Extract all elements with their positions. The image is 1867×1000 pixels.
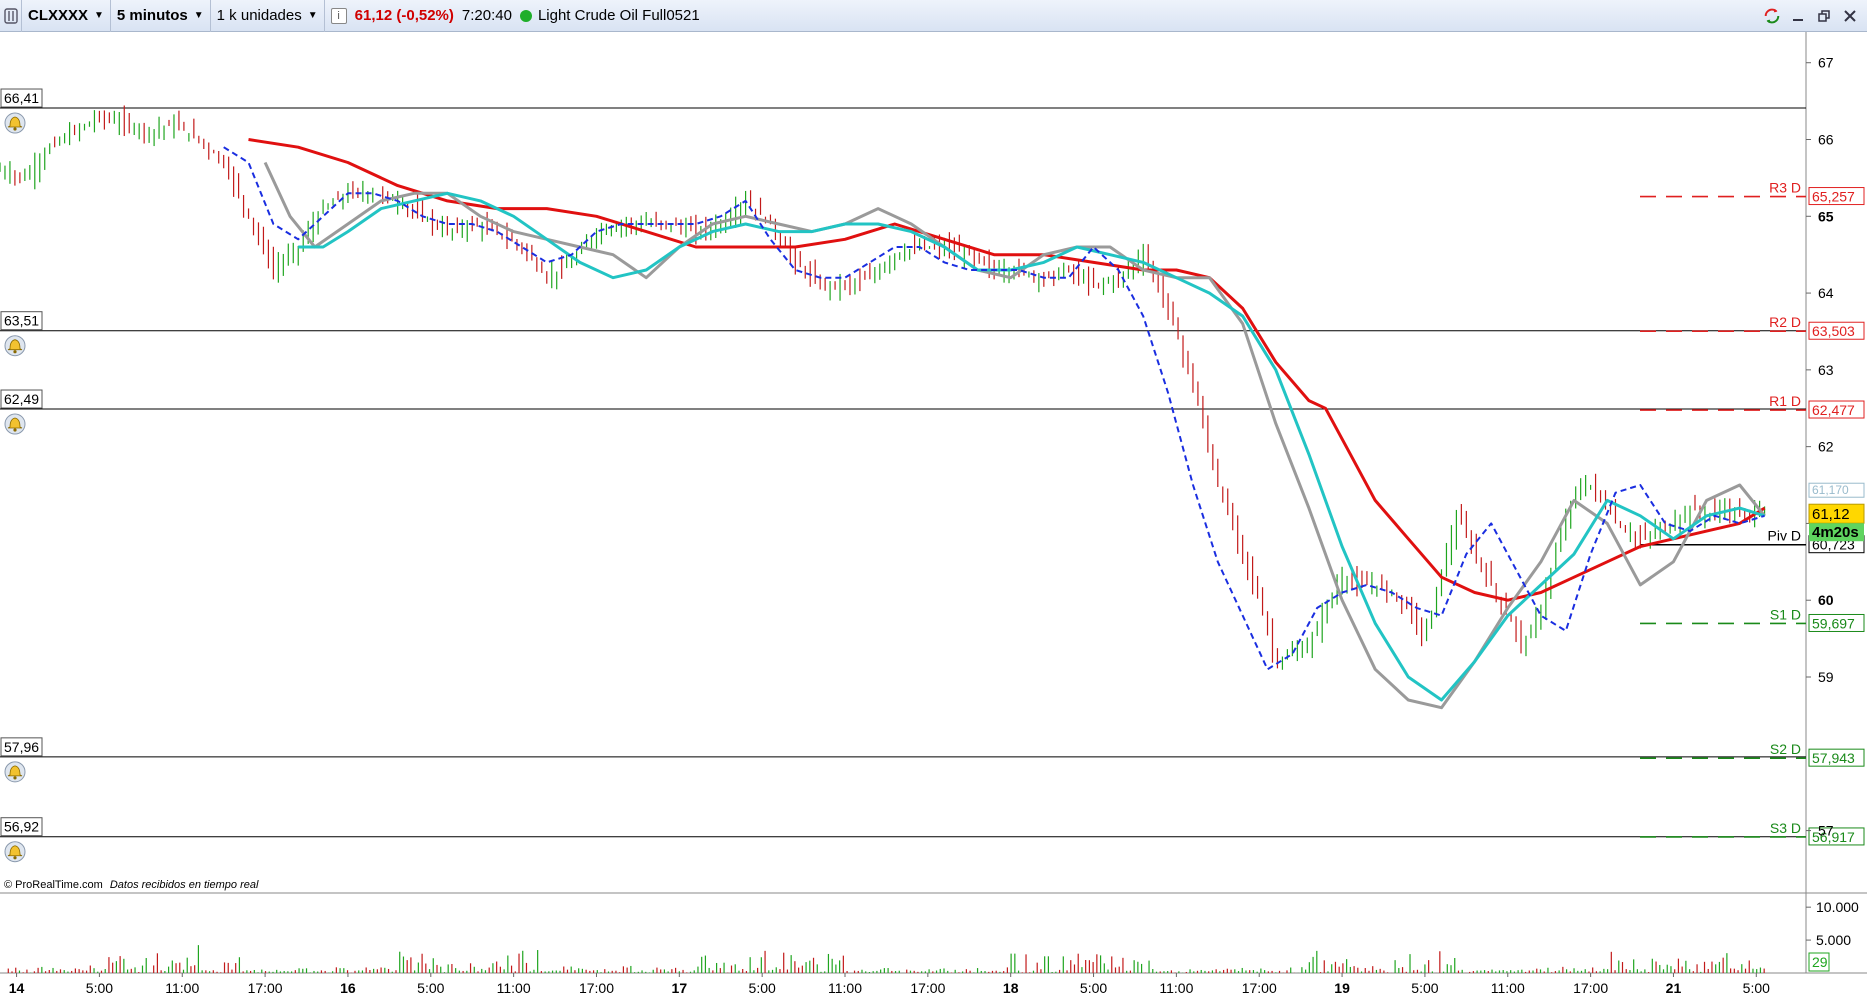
units-label: 1 k unidades <box>216 7 302 24</box>
window-controls <box>1763 0 1859 32</box>
bell-icon <box>4 335 26 357</box>
info-icon[interactable]: i <box>330 7 347 24</box>
y-tick-label: 60 <box>1818 592 1834 608</box>
y-tick-label: 64 <box>1818 285 1834 301</box>
y-tick-label: 62 <box>1818 439 1834 455</box>
pivot-price-label: 57,943 <box>1812 750 1855 766</box>
timeframe-label: 5 minutos <box>116 7 188 24</box>
x-tick-label: 21 <box>1666 980 1682 996</box>
x-tick-label: 19 <box>1334 980 1350 996</box>
x-tick-label: 5:00 <box>1080 980 1107 996</box>
chart-panels <box>0 32 1867 1000</box>
sync-icon[interactable] <box>1763 7 1781 25</box>
y-tick-label: 57 <box>1818 823 1834 839</box>
pivot-price-label: 59,697 <box>1812 615 1855 631</box>
timer-label: 4m20s <box>1812 524 1859 541</box>
x-tick-label: 17:00 <box>248 980 283 996</box>
close-icon[interactable] <box>1841 7 1859 25</box>
x-tick-label: 18 <box>1003 980 1019 996</box>
restore-icon[interactable] <box>1815 7 1833 25</box>
x-tick-label: 11:00 <box>828 980 862 996</box>
pivot-name: R3 D <box>1769 180 1801 196</box>
pivot-name: S3 D <box>1770 820 1801 836</box>
svg-text:© ProRealTime.com Datos re: © ProRealTime.com Datos recibidos en tie… <box>4 879 259 891</box>
instrument-name: Light Crude Oil Full0521 <box>537 7 700 24</box>
y-tick-label: 63 <box>1818 362 1834 378</box>
chevron-down-icon: ▼ <box>307 10 318 21</box>
x-tick-label: 5:00 <box>1743 980 1770 996</box>
bell-icon <box>4 112 26 134</box>
chart-toolbar: CLXXXX ▼ 5 minutos ▼ 1 k unidades ▼ i 61… <box>0 0 1867 32</box>
quote-time: 7:20:40 <box>461 7 512 24</box>
quote-summary: i 61,12 (-0,52%) 7:20:40 Light Crude Oil… <box>325 0 706 32</box>
x-tick-label: 11:00 <box>497 980 531 996</box>
chart-type-icon[interactable] <box>0 0 22 32</box>
alert-level-label: 57,96 <box>4 739 39 755</box>
pivot-price-label: 62,477 <box>1812 402 1855 418</box>
instrument-label: CLXXXX <box>28 7 89 24</box>
y-tick-label: 59 <box>1818 669 1834 685</box>
x-tick-label: 11:00 <box>1159 980 1193 996</box>
last-price-label: 61,12 <box>1812 506 1850 523</box>
pivot-name: R2 D <box>1769 314 1801 330</box>
x-tick-label: 5:00 <box>417 980 444 996</box>
x-tick-label: 17 <box>672 980 688 996</box>
x-tick-label: 16 <box>340 980 356 996</box>
chevron-down-icon: ▼ <box>193 10 204 21</box>
price-chart[interactable]: 66,41 63,51 62,49 57,96 56,92 R3 D 65,257 R2 D… <box>0 32 1867 1000</box>
pivot-name: S1 D <box>1770 606 1801 622</box>
volume-tick-label: 10.000 <box>1816 899 1859 915</box>
realtime-note: Datos recibidos en tiempo real <box>110 879 259 891</box>
chart-background <box>0 32 1867 1000</box>
y-tick-label: 67 <box>1818 55 1834 71</box>
bell-icon <box>4 761 26 783</box>
alert-level-label: 56,92 <box>4 819 39 835</box>
x-tick-label: 17:00 <box>910 980 945 996</box>
y-tick-label: 65 <box>1818 208 1834 224</box>
x-tick-label: 17:00 <box>1573 980 1608 996</box>
alert-level-label: 62,49 <box>4 391 39 407</box>
alert-level-label: 66,41 <box>4 90 39 106</box>
status-dot-icon <box>519 9 532 22</box>
x-tick-label: 5:00 <box>1411 980 1438 996</box>
minimize-icon[interactable] <box>1789 7 1807 25</box>
instrument-dropdown[interactable]: CLXXXX ▼ <box>22 0 111 32</box>
units-dropdown[interactable]: 1 k unidades ▼ <box>211 0 325 32</box>
pivot-price-label: 63,503 <box>1812 323 1855 339</box>
alert-level-label: 63,51 <box>4 313 39 329</box>
bell-icon <box>4 841 26 863</box>
pivot-price-label: 65,257 <box>1812 189 1855 205</box>
pivot-name: S2 D <box>1770 741 1801 757</box>
x-tick-label: 11:00 <box>165 980 199 996</box>
x-tick-label: 17:00 <box>1242 980 1277 996</box>
x-tick-label: 17:00 <box>579 980 614 996</box>
x-tick-label: 5:00 <box>86 980 113 996</box>
pivot-name: R1 D <box>1769 393 1801 409</box>
timeframe-dropdown[interactable]: 5 minutos ▼ <box>111 0 211 32</box>
volume-last-label: 29 <box>1812 954 1828 970</box>
x-tick-label: 5:00 <box>749 980 776 996</box>
volume-tick-label: 5.000 <box>1816 932 1851 948</box>
hidden-price-label: 61,170 <box>1812 483 1849 497</box>
pivot-name: Piv D <box>1768 528 1801 544</box>
x-tick-label: 14 <box>9 980 25 996</box>
x-tick-label: 11:00 <box>1491 980 1525 996</box>
copyright-text: © ProRealTime.com <box>4 879 103 891</box>
y-tick-label: 66 <box>1818 132 1834 148</box>
chevron-down-icon: ▼ <box>94 10 104 21</box>
bell-icon <box>4 413 26 435</box>
price-change: 61,12 (-0,52%) <box>354 7 454 24</box>
